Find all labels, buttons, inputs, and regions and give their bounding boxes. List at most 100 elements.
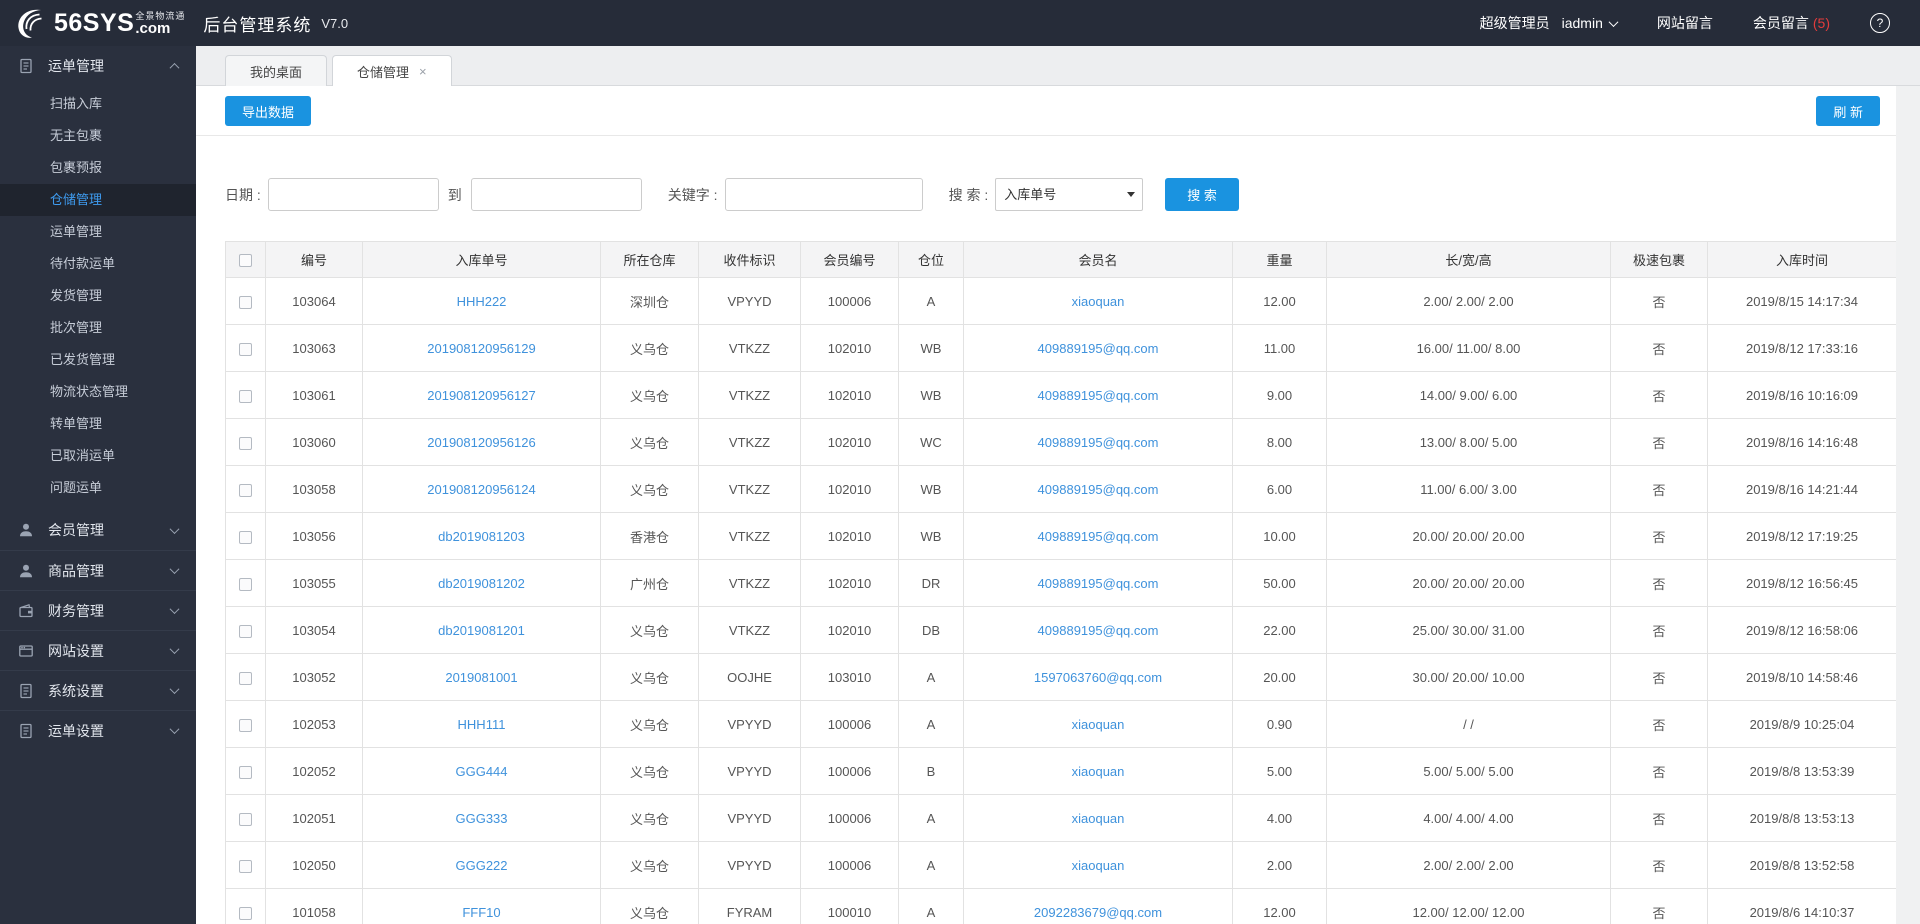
cell-order-no: FFF10 <box>362 888 601 924</box>
cell-member: 409889195@qq.com <box>963 418 1233 466</box>
sidebar-subitem[interactable]: 待付款运单 <box>0 248 196 280</box>
row-checkbox[interactable] <box>239 765 252 779</box>
row-checkbox[interactable] <box>239 342 252 356</box>
inbound-order-link[interactable]: 201908120956129 <box>427 341 535 356</box>
row-checkbox[interactable] <box>239 436 252 450</box>
member-name-link[interactable]: 409889195@qq.com <box>1038 388 1159 403</box>
member-name-link[interactable]: 409889195@qq.com <box>1038 341 1159 356</box>
help-button[interactable]: ? <box>1870 13 1890 33</box>
sidebar-subitem[interactable]: 扫描入库 <box>0 88 196 120</box>
sidebar-section[interactable]: 系统设置 <box>0 670 196 710</box>
column-header: 会员名 <box>963 241 1233 278</box>
search-button[interactable]: 搜 索 <box>1165 178 1239 211</box>
sidebar-subitem[interactable]: 仓储管理 <box>0 184 196 216</box>
row-checkbox[interactable] <box>239 483 252 497</box>
inbound-order-link[interactable]: 201908120956127 <box>427 388 535 403</box>
row-checkbox[interactable] <box>239 577 252 591</box>
inbound-order-link[interactable]: FFF10 <box>462 905 500 920</box>
row-checkbox[interactable] <box>239 624 252 638</box>
sidebar-section[interactable]: 网站设置 <box>0 630 196 670</box>
member-name-link[interactable]: xiaoquan <box>1072 858 1125 873</box>
member-name-link[interactable]: 409889195@qq.com <box>1038 435 1159 450</box>
member-name-link[interactable]: xiaoquan <box>1072 811 1125 826</box>
member-name-link[interactable]: 1597063760@qq.com <box>1034 670 1162 685</box>
cell-slot: WB <box>898 465 964 513</box>
sidebar-subitem[interactable]: 转单管理 <box>0 408 196 440</box>
member-name-link[interactable]: 409889195@qq.com <box>1038 623 1159 638</box>
close-icon[interactable]: × <box>419 64 427 79</box>
member-name-link[interactable]: 409889195@qq.com <box>1038 529 1159 544</box>
table-row: 103056 db2019081203 香港仓 VTKZZ 102010 WB 409889… <box>225 512 1896 560</box>
sidebar-subitem[interactable]: 无主包裹 <box>0 120 196 152</box>
cell-time: 2019/8/8 13:52:58 <box>1707 841 1896 889</box>
row-checkbox[interactable] <box>239 906 252 920</box>
row-checkbox[interactable] <box>239 295 252 309</box>
sidebar-section-label: 财务管理 <box>48 602 104 619</box>
sidebar-subitem[interactable]: 包裹预报 <box>0 152 196 184</box>
sidebar-subitem[interactable]: 已发货管理 <box>0 344 196 376</box>
member-messages-link[interactable]: 会员留言 (5) <box>1753 13 1830 33</box>
inbound-order-link[interactable]: 201908120956124 <box>427 482 535 497</box>
sidebar-subitem[interactable]: 物流状态管理 <box>0 376 196 408</box>
cell-slot: A <box>898 794 964 842</box>
inbound-order-link[interactable]: db2019081201 <box>438 623 525 638</box>
sidebar-section[interactable]: 会员管理 <box>0 510 196 550</box>
cell-dims: 16.00/ 11.00/ 8.00 <box>1326 324 1611 372</box>
row-checkbox[interactable] <box>239 389 252 403</box>
member-name-link[interactable]: xiaoquan <box>1072 764 1125 779</box>
row-checkbox-cell <box>225 559 266 607</box>
table-row: 103063 201908120956129 义乌仓 VTKZZ 102010 WB 409… <box>225 324 1896 372</box>
tab-my-desktop[interactable]: 我的桌面 <box>225 55 328 86</box>
refresh-button[interactable]: 刷 新 <box>1816 96 1880 126</box>
row-checkbox[interactable] <box>239 671 252 685</box>
row-checkbox[interactable] <box>239 812 252 826</box>
search-type-select[interactable]: 入库单号 <box>995 178 1144 211</box>
sidebar-subitem[interactable]: 发货管理 <box>0 280 196 312</box>
inbound-order-link[interactable]: HHH222 <box>457 294 507 309</box>
member-name-link[interactable]: 409889195@qq.com <box>1038 576 1159 591</box>
inbound-order-link[interactable]: db2019081203 <box>438 529 525 544</box>
user-menu[interactable]: 超级管理员 iadmin <box>1480 13 1619 33</box>
tab-warehouse-management[interactable]: 仓储管理 × <box>332 55 452 86</box>
sidebar-subitem[interactable]: 批次管理 <box>0 312 196 344</box>
sidebar-section[interactable]: 运单设置 <box>0 710 196 750</box>
inbound-order-link[interactable]: GGG333 <box>455 811 507 826</box>
cell-member-no: 103010 <box>800 653 899 701</box>
sidebar-subitem[interactable]: 已取消运单 <box>0 440 196 472</box>
inbound-order-link[interactable]: 2019081001 <box>445 670 517 685</box>
chevron-down-icon <box>1608 16 1619 27</box>
cell-express: 否 <box>1610 559 1708 607</box>
sidebar-section[interactable]: 财务管理 <box>0 590 196 630</box>
sidebar-section-label: 运单设置 <box>48 722 104 739</box>
inbound-order-link[interactable]: GGG444 <box>455 764 507 779</box>
export-data-button[interactable]: 导出数据 <box>225 96 312 126</box>
row-checkbox[interactable] <box>239 859 252 873</box>
inbound-order-link[interactable]: db2019081202 <box>438 576 525 591</box>
date-to-input[interactable] <box>470 178 642 211</box>
row-checkbox[interactable] <box>239 530 252 544</box>
cell-warehouse: 义乌仓 <box>600 841 699 889</box>
sidebar-section-waybill[interactable]: 运单管理 <box>0 46 196 86</box>
member-name-link[interactable]: xiaoquan <box>1072 717 1125 732</box>
inbound-order-link[interactable]: HHH111 <box>458 717 506 732</box>
row-checkbox[interactable] <box>239 718 252 732</box>
cell-mark: VTKZZ <box>698 418 801 466</box>
cell-slot: WB <box>898 324 964 372</box>
site-messages-link[interactable]: 网站留言 <box>1657 13 1713 33</box>
member-name-link[interactable]: 409889195@qq.com <box>1038 482 1159 497</box>
sidebar-section[interactable]: 商品管理 <box>0 550 196 590</box>
select-all-checkbox[interactable] <box>239 254 252 268</box>
sidebar-subitem[interactable]: 运单管理 <box>0 216 196 248</box>
cell-weight: 0.90 <box>1232 700 1327 748</box>
member-name-link[interactable]: xiaoquan <box>1072 294 1125 309</box>
select-all-cell <box>225 241 266 278</box>
cell-id: 102053 <box>265 700 363 748</box>
keyword-input[interactable] <box>724 178 923 211</box>
member-name-link[interactable]: 2092283679@qq.com <box>1034 905 1162 920</box>
sidebar-subitem[interactable]: 问题运单 <box>0 472 196 504</box>
date-from-input[interactable] <box>267 178 439 211</box>
cell-order-no: 201908120956126 <box>362 418 601 466</box>
cell-id: 103052 <box>265 653 363 701</box>
inbound-order-link[interactable]: GGG222 <box>455 858 507 873</box>
inbound-order-link[interactable]: 201908120956126 <box>427 435 535 450</box>
